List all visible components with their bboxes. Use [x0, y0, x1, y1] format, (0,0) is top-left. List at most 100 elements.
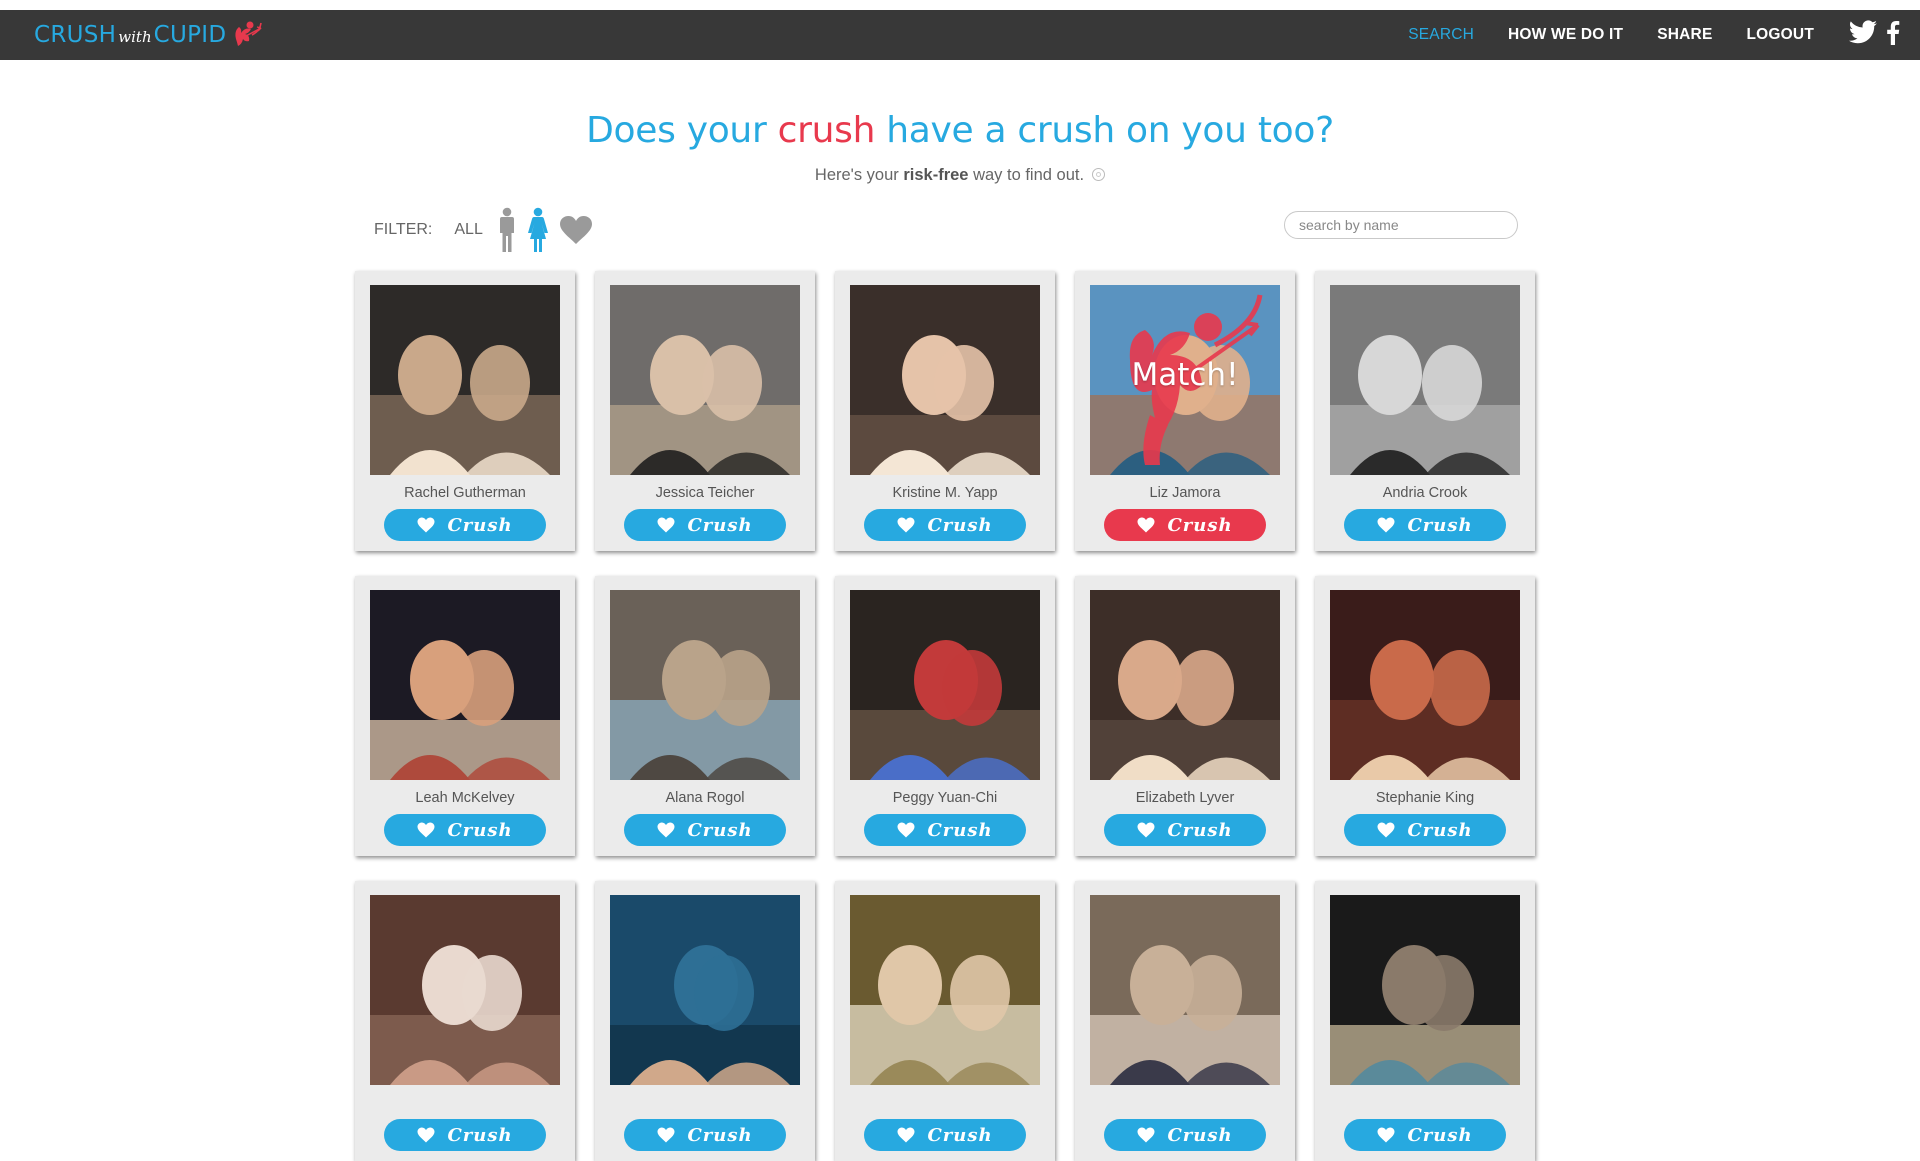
crush-button[interactable]: Crush — [384, 509, 546, 541]
person-photo[interactable] — [1090, 895, 1280, 1085]
crush-button-label: Crush — [447, 819, 513, 841]
crush-button[interactable]: Crush — [1104, 814, 1266, 846]
crush-button-label: Crush — [1407, 1124, 1473, 1146]
subtitle-post: way to find out. — [968, 166, 1085, 184]
crush-button-label: Crush — [1167, 819, 1233, 841]
person-photo[interactable] — [610, 285, 800, 475]
nav-how-we-do-it[interactable]: HOW WE DO IT — [1508, 26, 1623, 44]
photo-image — [850, 285, 1040, 475]
heart-icon — [1377, 517, 1395, 533]
photo-image — [370, 590, 560, 780]
crush-button[interactable]: Crush — [1344, 1119, 1506, 1151]
filter-bar: FILTER: ALL — [374, 207, 603, 253]
title-pre: Does your — [586, 110, 778, 151]
twitter-icon[interactable] — [1848, 19, 1878, 51]
person-photo[interactable] — [370, 590, 560, 780]
person-photo[interactable] — [1330, 590, 1520, 780]
person-name: Rachel Gutherman — [404, 485, 526, 501]
crush-button[interactable]: Crush — [624, 1119, 786, 1151]
logo-text-with: with — [118, 28, 152, 46]
person-photo[interactable] — [850, 285, 1040, 475]
crush-button[interactable]: Crush — [1344, 814, 1506, 846]
crush-button[interactable]: Crush — [384, 814, 546, 846]
crush-button[interactable]: Crush — [864, 814, 1026, 846]
title-post: have a crush on you too? — [875, 110, 1334, 151]
photo-image — [850, 590, 1040, 780]
crush-button[interactable]: Crush — [624, 509, 786, 541]
search-input[interactable] — [1284, 211, 1518, 239]
crush-button[interactable]: Crush — [1104, 509, 1266, 541]
crush-button-label: Crush — [447, 1124, 513, 1146]
person-photo[interactable] — [850, 590, 1040, 780]
person-card: Match! Liz Jamora Crush — [1075, 271, 1295, 551]
person-card: Andria Crook Crush — [1315, 271, 1535, 551]
person-card: Rachel Gutherman Crush — [355, 271, 575, 551]
person-card: Stephanie King Crush — [1315, 576, 1535, 856]
person-photo[interactable] — [370, 285, 560, 475]
person-photo[interactable] — [1330, 285, 1520, 475]
person-photo[interactable] — [370, 895, 560, 1085]
nav-logout[interactable]: LOGOUT — [1747, 26, 1815, 44]
page-title: Does your crush have a crush on you too? — [0, 110, 1920, 151]
crush-button-label: Crush — [447, 514, 513, 536]
photo-image — [1330, 895, 1520, 1085]
crush-button-label: Crush — [1407, 514, 1473, 536]
person-photo[interactable] — [1330, 895, 1520, 1085]
female-icon[interactable] — [527, 207, 549, 253]
crush-button[interactable]: Crush — [864, 509, 1026, 541]
person-name: Leah McKelvey — [415, 790, 515, 806]
photo-image — [850, 895, 1040, 1085]
person-card: Crush — [595, 881, 815, 1161]
crush-button[interactable]: Crush — [1344, 509, 1506, 541]
person-photo[interactable] — [610, 590, 800, 780]
person-card: Crush — [355, 881, 575, 1161]
crush-button[interactable]: Crush — [864, 1119, 1026, 1151]
info-icon[interactable] — [1092, 168, 1106, 182]
heart-icon — [417, 822, 435, 838]
person-card: Jessica Teicher Crush — [595, 271, 815, 551]
person-photo[interactable] — [850, 895, 1040, 1085]
navbar: CRUSH with CUPID SEARCH HOW WE DO IT SHA… — [0, 10, 1920, 60]
heart-icon — [897, 517, 915, 533]
crush-button-label: Crush — [687, 514, 753, 536]
filter-label: FILTER: — [374, 221, 433, 238]
person-name: Kristine M. Yapp — [892, 485, 998, 501]
person-name: Elizabeth Lyver — [1135, 790, 1235, 806]
heart-icon — [657, 822, 675, 838]
person-photo[interactable]: Match! — [1090, 285, 1280, 475]
person-card: Crush — [1075, 881, 1295, 1161]
facebook-icon[interactable] — [1886, 20, 1900, 50]
crush-button-label: Crush — [927, 1124, 993, 1146]
top-strip — [0, 0, 1920, 10]
crush-button-label: Crush — [687, 819, 753, 841]
nav-share[interactable]: SHARE — [1657, 26, 1712, 44]
heart-icon[interactable] — [559, 215, 593, 245]
photo-image — [610, 895, 800, 1085]
person-name: Andria Crook — [1382, 485, 1468, 501]
heart-icon — [897, 822, 915, 838]
person-name: Alana Rogol — [665, 790, 745, 806]
photo-image — [1330, 285, 1520, 475]
nav-search[interactable]: SEARCH — [1408, 26, 1474, 44]
person-photo[interactable] — [1090, 590, 1280, 780]
title-highlight: crush — [777, 110, 876, 151]
logo[interactable]: CRUSH with CUPID — [34, 20, 264, 50]
person-card: Alana Rogol Crush — [595, 576, 815, 856]
heart-icon — [1377, 1127, 1395, 1143]
crush-button[interactable]: Crush — [624, 814, 786, 846]
person-name: Jessica Teicher — [655, 485, 755, 501]
person-card: Peggy Yuan-Chi Crush — [835, 576, 1055, 856]
person-card: Elizabeth Lyver Crush — [1075, 576, 1295, 856]
page-subtitle: Here's your risk-free way to find out. — [0, 166, 1920, 185]
subtitle-bold: risk-free — [903, 166, 969, 184]
crush-button-label: Crush — [1407, 819, 1473, 841]
logo-text-crush: CRUSH — [34, 22, 117, 48]
social-links — [1848, 19, 1900, 51]
logo-text-cupid: CUPID — [153, 22, 227, 48]
person-photo[interactable] — [610, 895, 800, 1085]
male-icon[interactable] — [497, 207, 517, 253]
crush-button[interactable]: Crush — [384, 1119, 546, 1151]
crush-button[interactable]: Crush — [1104, 1119, 1266, 1151]
cupid-icon — [235, 21, 263, 46]
filter-all[interactable]: ALL — [454, 221, 482, 239]
